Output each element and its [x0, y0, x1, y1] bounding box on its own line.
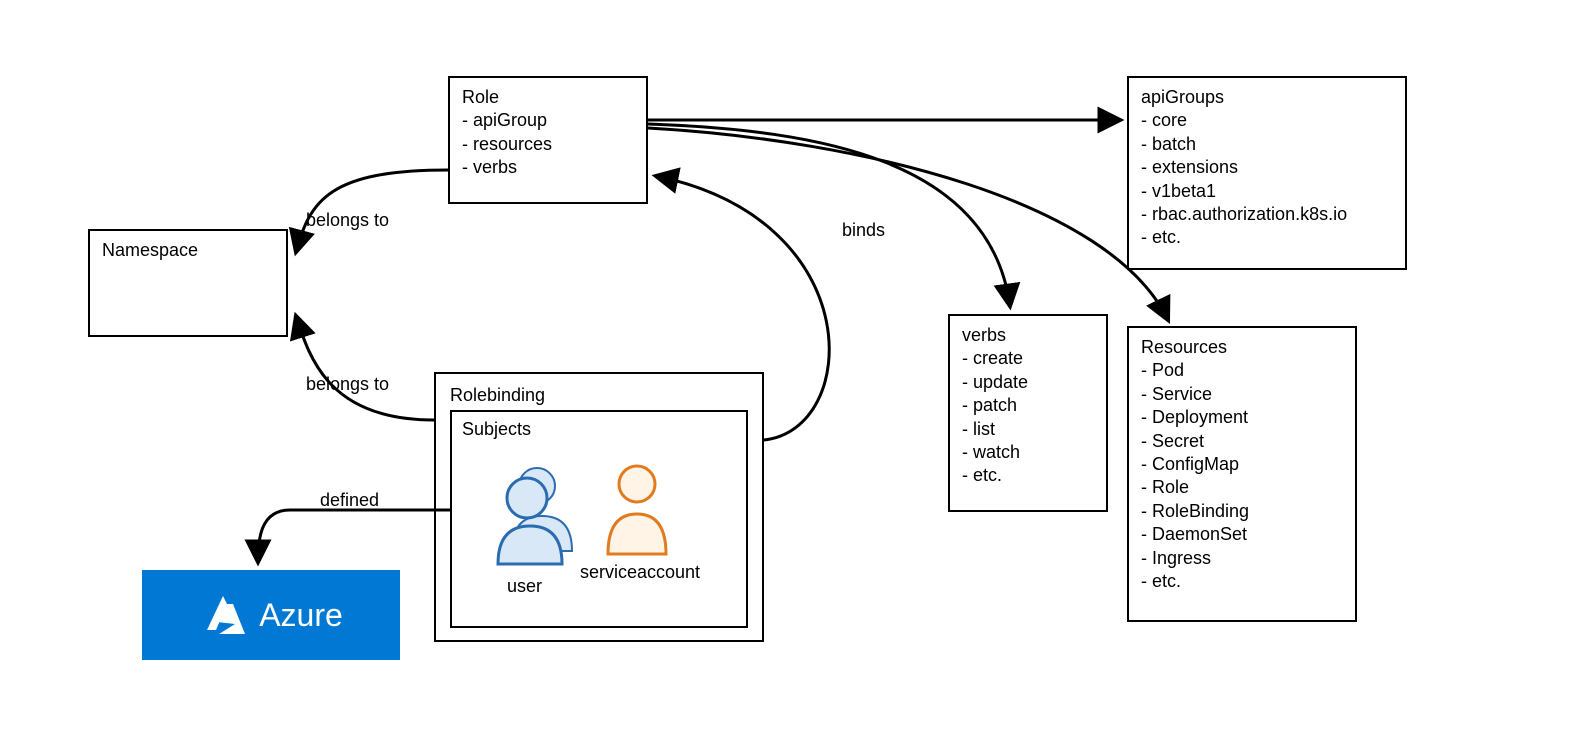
resources-item: - Service: [1141, 383, 1343, 406]
resources-item: - RoleBinding: [1141, 500, 1343, 523]
role-item: - resources: [462, 133, 634, 156]
apigroups-box: apiGroups - core - batch - extensions - …: [1127, 76, 1407, 270]
edge-label-binds: binds: [842, 220, 885, 241]
apigroups-item: - batch: [1141, 133, 1393, 156]
resources-item: - Deployment: [1141, 406, 1343, 429]
edge-label-defined: defined: [320, 490, 379, 511]
apigroups-item: - etc.: [1141, 226, 1393, 249]
serviceaccount-label: serviceaccount: [580, 562, 700, 583]
resources-item: - Secret: [1141, 430, 1343, 453]
apigroups-item: - core: [1141, 109, 1393, 132]
azure-box: Azure: [142, 570, 400, 660]
verbs-item: - patch: [962, 394, 1094, 417]
verbs-item: - etc.: [962, 464, 1094, 487]
verbs-item: - list: [962, 418, 1094, 441]
resources-item: - DaemonSet: [1141, 523, 1343, 546]
role-box: Role - apiGroup - resources - verbs: [448, 76, 648, 204]
resources-item: - Pod: [1141, 359, 1343, 382]
namespace-title: Namespace: [102, 239, 274, 262]
verbs-box: verbs - create - update - patch - list -…: [948, 314, 1108, 512]
rolebinding-title: Rolebinding: [450, 384, 748, 407]
role-item: - verbs: [462, 156, 634, 179]
azure-icon: [199, 590, 249, 640]
role-item: - apiGroup: [462, 109, 634, 132]
apigroups-title: apiGroups: [1141, 86, 1393, 109]
resources-item: - Ingress: [1141, 547, 1343, 570]
azure-label: Azure: [259, 597, 343, 634]
role-title: Role: [462, 86, 634, 109]
apigroups-item: - v1beta1: [1141, 180, 1393, 203]
resources-title: Resources: [1141, 336, 1343, 359]
resources-item: - etc.: [1141, 570, 1343, 593]
user-label: user: [507, 576, 542, 597]
edge-label-belongs-to-2: belongs to: [306, 374, 389, 395]
edge-role-verbs: [648, 124, 1010, 306]
verbs-item: - create: [962, 347, 1094, 370]
apigroups-item: - extensions: [1141, 156, 1393, 179]
edge-rolebinding-namespace: [296, 316, 434, 420]
verbs-item: - watch: [962, 441, 1094, 464]
resources-item: - Role: [1141, 476, 1343, 499]
verbs-title: verbs: [962, 324, 1094, 347]
resources-box: Resources - Pod - Service - Deployment -…: [1127, 326, 1357, 622]
verbs-item: - update: [962, 371, 1094, 394]
edge-subjects-azure: [258, 510, 450, 562]
subjects-box: Subjects user serviceaccount: [450, 410, 748, 628]
apigroups-item: - rbac.authorization.k8s.io: [1141, 203, 1393, 226]
resources-item: - ConfigMap: [1141, 453, 1343, 476]
subjects-title: Subjects: [462, 418, 736, 441]
edge-role-resources: [648, 128, 1168, 320]
namespace-box: Namespace: [88, 229, 288, 337]
edge-label-belongs-to-1: belongs to: [306, 210, 389, 231]
user-icon: [492, 456, 582, 566]
serviceaccount-icon: [602, 462, 672, 557]
